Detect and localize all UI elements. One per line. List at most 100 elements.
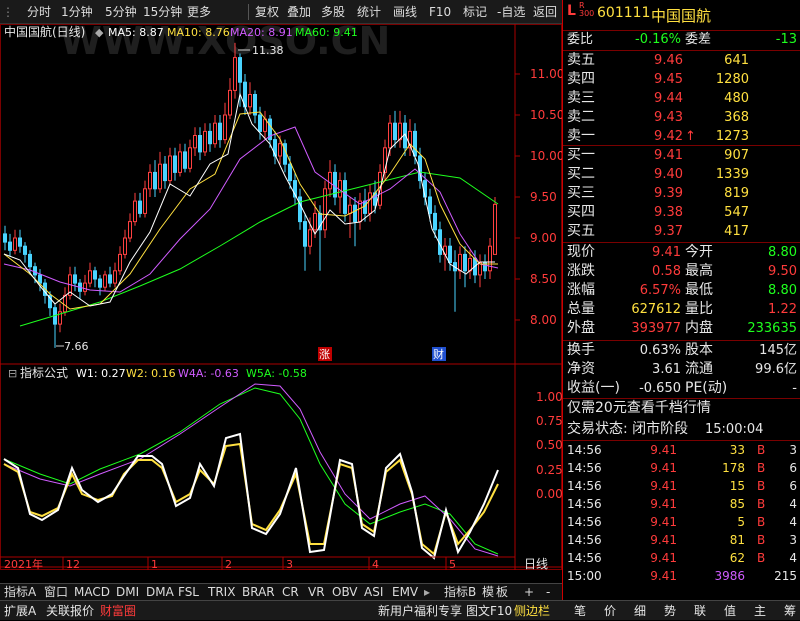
tab-5min[interactable]: 5分钟 bbox=[102, 3, 140, 21]
tick-time: 14:56 bbox=[567, 533, 602, 547]
ask-level-label: 卖二 bbox=[567, 109, 595, 125]
stat-value: 0.58 bbox=[652, 264, 681, 279]
stat-label: 股本 bbox=[685, 342, 713, 358]
stat-value: 3.61 bbox=[652, 362, 681, 377]
footer-tab[interactable]: 联 bbox=[688, 603, 712, 619]
footer-tab[interactable]: 价 bbox=[598, 603, 622, 619]
footer-related-quote[interactable]: 关联报价 bbox=[46, 603, 94, 619]
candle-body bbox=[138, 200, 142, 214]
ma20-label: MA20: 8.91 bbox=[230, 26, 293, 39]
indicator-toggle-icon[interactable]: ⊟ bbox=[8, 367, 17, 380]
price-tick: 10.00 bbox=[530, 149, 562, 163]
draw-line-button[interactable]: 画线 bbox=[390, 3, 420, 21]
chevron-down-icon[interactable]: ◆ bbox=[95, 26, 104, 39]
ask-volume: 368 bbox=[724, 110, 749, 125]
footer-tab[interactable]: 值 bbox=[718, 603, 742, 619]
fuquan-button[interactable]: 复权 bbox=[252, 3, 282, 21]
add-watchlist-button[interactable]: -自选 bbox=[494, 3, 528, 21]
footer-tab[interactable]: 笔 bbox=[568, 603, 592, 619]
tab-scroll-icon[interactable]: ▸ bbox=[422, 585, 432, 600]
candle-body bbox=[393, 122, 397, 141]
tab-1min[interactable]: 1分钟 bbox=[58, 3, 96, 21]
footer-tab[interactable]: 主 bbox=[748, 603, 772, 619]
tab-macd[interactable]: MACD bbox=[72, 585, 112, 600]
candle-body bbox=[298, 196, 302, 223]
ask-price[interactable]: 9.46 bbox=[633, 51, 683, 70]
level2-promo-link[interactable]: 仅需20元查看千档行情 bbox=[567, 399, 711, 418]
tab-brar[interactable]: BRAR bbox=[240, 585, 277, 600]
tab-emv[interactable]: EMV bbox=[390, 585, 420, 600]
bid-price[interactable]: 9.41 bbox=[633, 146, 683, 165]
footer-tab[interactable]: 筹 bbox=[778, 603, 800, 619]
stat-label: 外盘 bbox=[567, 320, 595, 336]
footer-promo[interactable]: 新用户福利专享 bbox=[378, 603, 462, 619]
tab-fenshi[interactable]: 分时 bbox=[24, 3, 54, 21]
trade-status: 交易状态: 闭市阶段 bbox=[567, 421, 689, 437]
candle-body bbox=[278, 143, 282, 157]
tab-fsl[interactable]: FSL bbox=[176, 585, 201, 600]
ask-level-label: 卖三 bbox=[567, 90, 595, 106]
ask-volume: 1273 bbox=[715, 129, 749, 144]
stat-label: 量比 bbox=[685, 301, 713, 317]
tab-vr[interactable]: VR bbox=[306, 585, 327, 600]
ind-tick: 0.75 bbox=[536, 414, 562, 428]
zoom-out-button[interactable]: - bbox=[544, 585, 552, 600]
date-axis-month: 4 bbox=[372, 558, 379, 570]
ask-price[interactable]: 9.43 bbox=[633, 108, 683, 127]
zoom-in-button[interactable]: + bbox=[522, 585, 536, 600]
bid-volume: 417 bbox=[724, 224, 749, 239]
stats-button[interactable]: 统计 bbox=[354, 3, 384, 21]
overlay-button[interactable]: 叠加 bbox=[284, 3, 314, 21]
date-axis-month: 2 bbox=[225, 558, 232, 570]
tick-time: 14:56 bbox=[567, 515, 602, 529]
footer-tab[interactable]: 细 bbox=[628, 603, 652, 619]
bid-level-label: 买四 bbox=[567, 204, 595, 220]
tab-trix[interactable]: TRIX bbox=[206, 585, 237, 600]
candle-body bbox=[463, 253, 467, 272]
tab-window[interactable]: 窗口 bbox=[42, 585, 70, 600]
ask-price[interactable]: 9.42 bbox=[633, 127, 683, 146]
ask-level-label: 卖四 bbox=[567, 71, 595, 87]
ask-level-label: 卖一 bbox=[567, 128, 595, 144]
tab-indicator-b[interactable]: 指标B bbox=[442, 585, 478, 600]
back-button[interactable]: 返回 bbox=[530, 3, 560, 21]
bid-price[interactable]: 9.40 bbox=[633, 165, 683, 184]
w2-label: W2: 0.16 bbox=[126, 367, 176, 380]
multi-stock-button[interactable]: 多股 bbox=[318, 3, 348, 21]
bid-price[interactable]: 9.37 bbox=[633, 222, 683, 241]
tab-template-2[interactable]: 板 bbox=[494, 585, 510, 600]
tab-indicator-a[interactable]: 指标A bbox=[2, 585, 38, 600]
f10-button[interactable]: F10 bbox=[426, 3, 454, 21]
tab-obv[interactable]: OBV bbox=[330, 585, 360, 600]
candle-body bbox=[223, 114, 227, 141]
footer-sidebar[interactable]: 侧边栏 bbox=[514, 603, 550, 619]
tick-price: 9.41 bbox=[650, 479, 677, 493]
tab-dma[interactable]: DMA bbox=[144, 585, 176, 600]
quote-panel: L R 300 601111 中国国航 委比 -0.16% 委差 -13 卖五 9… bbox=[562, 0, 800, 600]
ask-price[interactable]: 9.45 bbox=[633, 70, 683, 89]
stat-label: 涨跌 bbox=[567, 263, 595, 279]
footer-wealth-circle[interactable]: 财富圈 bbox=[100, 603, 136, 619]
candle-body bbox=[28, 253, 32, 268]
w4a-label: W4A: -0.63 bbox=[178, 367, 239, 380]
footer-f10[interactable]: 图文F10 bbox=[466, 603, 512, 619]
tick-count: 3 bbox=[789, 533, 797, 547]
mark-button[interactable]: 标记 bbox=[460, 3, 490, 21]
tab-cr[interactable]: CR bbox=[280, 585, 301, 600]
tick-direction: B bbox=[757, 443, 766, 457]
tab-15min[interactable]: 15分钟 bbox=[140, 3, 185, 21]
period-label[interactable]: 日线 bbox=[524, 557, 548, 570]
tab-dmi[interactable]: DMI bbox=[114, 585, 141, 600]
tab-more[interactable]: 更多 bbox=[184, 3, 214, 21]
candle-body bbox=[328, 171, 332, 190]
bid-price[interactable]: 9.38 bbox=[633, 203, 683, 222]
footer-expand[interactable]: 扩展A bbox=[4, 603, 36, 619]
ask-price[interactable]: 9.44 bbox=[633, 89, 683, 108]
bid-price[interactable]: 9.39 bbox=[633, 184, 683, 203]
menu-marker[interactable]: L bbox=[567, 3, 576, 19]
stat-value: 99.6亿 bbox=[755, 362, 797, 377]
footer-tab[interactable]: 势 bbox=[658, 603, 682, 619]
tab-asi[interactable]: ASI bbox=[362, 585, 385, 600]
stat-value: 9.50 bbox=[768, 264, 797, 279]
tick-time: 14:56 bbox=[567, 551, 602, 565]
